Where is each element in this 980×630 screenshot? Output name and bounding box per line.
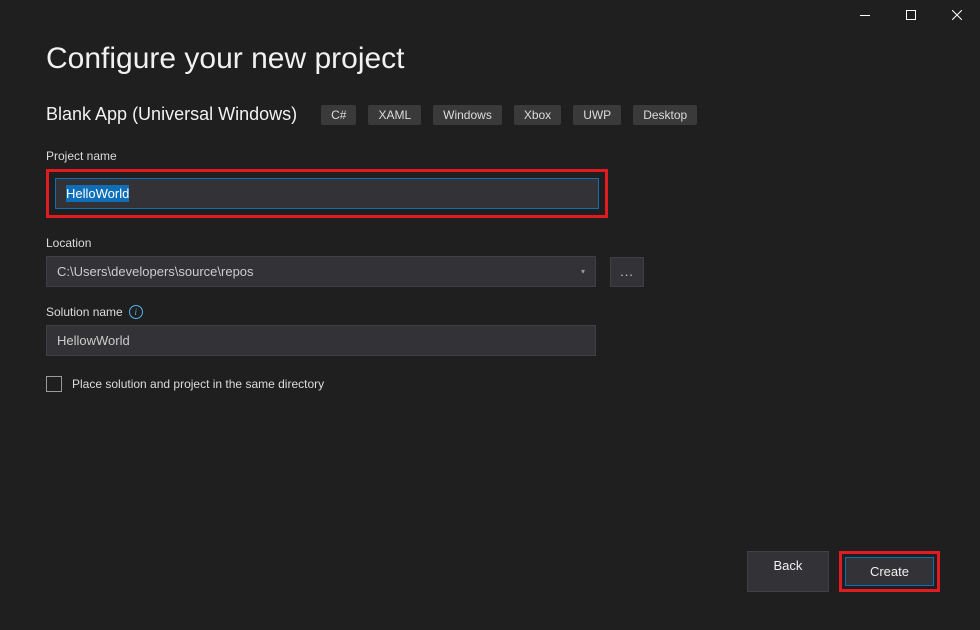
maximize-icon	[906, 10, 916, 20]
tag-csharp: C#	[321, 105, 356, 125]
solution-name-input[interactable]: HellowWorld	[46, 325, 596, 356]
template-subtitle: Blank App (Universal Windows)	[46, 104, 297, 125]
location-dropdown[interactable]: C:\Users\developers\source\repos ▾	[46, 256, 596, 287]
project-name-input[interactable]: HelloWorld	[55, 178, 599, 209]
tag-windows: Windows	[433, 105, 502, 125]
close-button[interactable]	[934, 0, 980, 30]
chevron-down-icon: ▾	[581, 267, 585, 276]
highlight-project-name: HelloWorld	[46, 169, 608, 218]
minimize-icon	[860, 15, 870, 16]
maximize-button[interactable]	[888, 0, 934, 30]
solution-name-label: Solution name i	[46, 305, 934, 319]
close-icon	[952, 10, 962, 20]
tag-xbox: Xbox	[514, 105, 561, 125]
location-label: Location	[46, 236, 934, 250]
back-button[interactable]: Back	[747, 551, 829, 592]
highlight-create: Create	[839, 551, 940, 592]
tag-desktop: Desktop	[633, 105, 697, 125]
project-name-value: HelloWorld	[66, 185, 129, 202]
info-icon[interactable]: i	[129, 305, 143, 319]
minimize-button[interactable]	[842, 0, 888, 30]
subtitle-row: Blank App (Universal Windows) C# XAML Wi…	[46, 104, 934, 125]
location-value: C:\Users\developers\source\repos	[57, 264, 254, 279]
same-directory-checkbox[interactable]	[46, 376, 62, 392]
create-button[interactable]: Create	[845, 557, 934, 586]
browse-button[interactable]: ...	[610, 257, 644, 287]
same-directory-label: Place solution and project in the same d…	[72, 377, 324, 391]
tag-xaml: XAML	[368, 105, 421, 125]
page-title: Configure your new project	[46, 42, 934, 76]
tag-uwp: UWP	[573, 105, 621, 125]
project-name-label: Project name	[46, 149, 934, 163]
